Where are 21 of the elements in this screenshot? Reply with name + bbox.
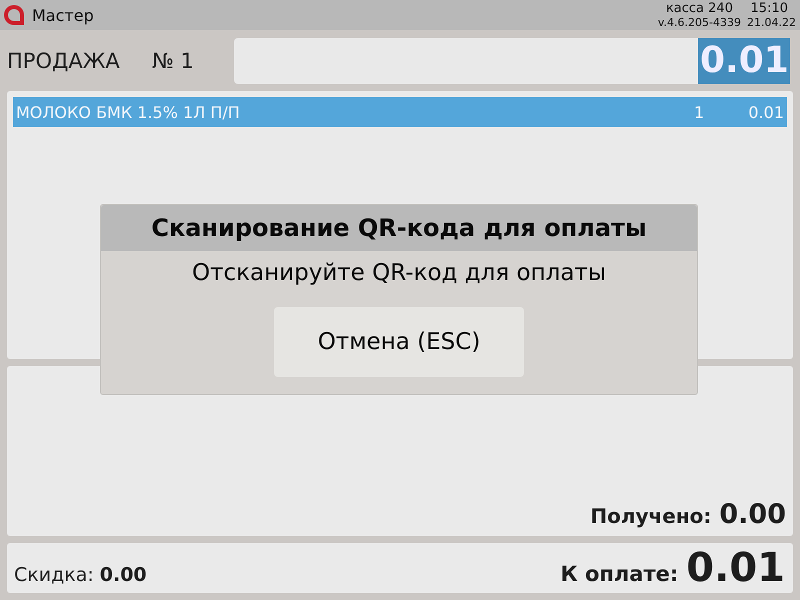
logo-icon	[4, 5, 24, 25]
app-name: Мастер	[32, 6, 94, 24]
due-label: К оплате:	[560, 562, 678, 586]
due-amount: 0.01	[686, 546, 785, 590]
item-quantity: 1	[694, 102, 706, 122]
register-label: касса 240	[664, 1, 734, 16]
discount-label: Скидка:	[14, 564, 94, 586]
received-amount: 0.00	[719, 499, 786, 530]
dialog-message: Отсканируйте QR-код для оплаты	[192, 259, 606, 287]
date-label: 21.04.22	[747, 16, 796, 29]
version-label: v.4.6.205-4339	[658, 16, 742, 29]
received-label: Получено:	[590, 504, 712, 528]
amount-display: 0.01	[698, 38, 790, 84]
sale-number: № 1	[152, 49, 195, 73]
dialog-title: Сканирование QR-кода для оплаты	[151, 214, 647, 242]
discount-amount: 0.00	[100, 564, 147, 586]
item-price: 0.01	[747, 102, 784, 122]
cancel-button[interactable]: Отмена (ESC)	[274, 307, 524, 377]
item-name: МОЛОКО БМК 1.5% 1Л П/П	[16, 102, 241, 122]
time-label: 15:10	[750, 1, 789, 16]
sale-title: ПРОДАЖА	[7, 49, 121, 73]
